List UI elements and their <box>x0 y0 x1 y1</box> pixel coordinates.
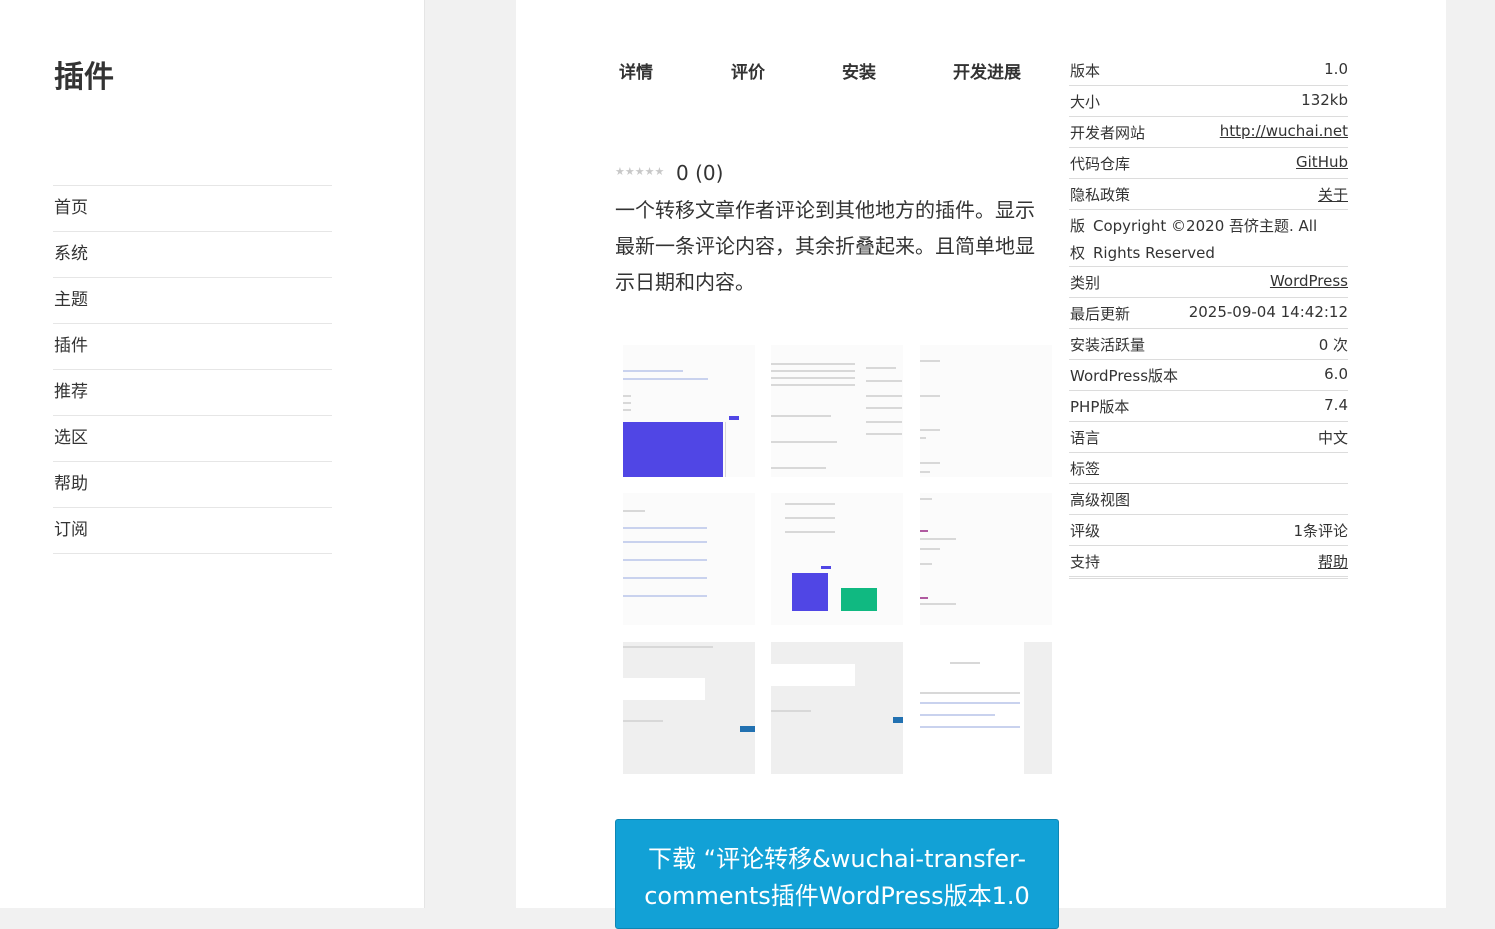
meta-row-tags: 标签 <box>1069 453 1348 484</box>
rating-count: 0 (0) <box>676 161 724 185</box>
meta-key: 支持 <box>1070 553 1101 571</box>
meta-key: 开发者网站 <box>1070 124 1146 142</box>
meta-value: 中文 <box>1317 429 1348 447</box>
meta-row-php-version: PHP版本 7.4 <box>1069 391 1348 422</box>
meta-row-developer-site: 开发者网站 http://wuchai.net <box>1069 117 1348 148</box>
tab-details[interactable]: 详情 <box>619 58 653 83</box>
meta-row-privacy: 隐私政策 关于 <box>1069 179 1348 210</box>
meta-key: PHP版本 <box>1070 398 1130 416</box>
meta-key: 版本 <box>1070 62 1101 80</box>
screenshot-thumbnail[interactable] <box>623 345 755 477</box>
screenshot-thumbnail[interactable] <box>920 345 1052 477</box>
main-nav: 首页 系统 主题 插件 推荐 选区 帮助 订阅 <box>53 185 332 554</box>
meta-row-language: 语言 中文 <box>1069 422 1348 453</box>
meta-value: 6.0 <box>1324 365 1348 383</box>
meta-value: 1.0 <box>1324 60 1348 78</box>
meta-key: 类别 <box>1070 274 1101 292</box>
meta-row-rating: 评级 1条评论 <box>1069 515 1348 546</box>
meta-row-active-installs: 安装活跃量 0 次 <box>1069 329 1348 360</box>
developer-site-link[interactable]: http://wuchai.net <box>1220 122 1348 140</box>
meta-key: 版权 <box>1070 217 1086 262</box>
nav-item-plugins[interactable]: 插件 <box>53 323 332 369</box>
meta-key: WordPress版本 <box>1070 367 1179 385</box>
meta-row-support: 支持 帮助 <box>1069 546 1348 579</box>
meta-value: 7.4 <box>1324 396 1348 414</box>
support-link[interactable]: 帮助 <box>1318 551 1348 572</box>
screenshot-thumbnail[interactable] <box>623 493 755 625</box>
privacy-link[interactable]: 关于 <box>1318 184 1348 205</box>
plugin-tabs: 详情 评价 安装 开发进展 <box>619 58 1039 83</box>
nav-item-help[interactable]: 帮助 <box>53 461 332 507</box>
meta-row-version: 版本 1.0 <box>1069 55 1348 86</box>
meta-key: 代码仓库 <box>1070 155 1131 173</box>
meta-row-last-updated: 最后更新 2025-09-04 14:42:12 <box>1069 298 1348 329</box>
plugin-description: 一个转移文章作者评论到其他地方的插件。显示最新一条评论内容，其余折叠起来。且简单… <box>615 198 1035 294</box>
meta-key: 语言 <box>1070 429 1101 447</box>
meta-key: 标签 <box>1070 460 1101 478</box>
star-rating-icon: ★★★★★ <box>615 165 665 178</box>
meta-key: 隐私政策 <box>1070 186 1131 204</box>
meta-value: Copyright ©2020 吾侪主题. All Rights Reserve… <box>1093 217 1318 262</box>
screenshot-thumbnail[interactable] <box>771 345 903 477</box>
plugin-article: 详情 评价 安装 开发进展 ★★★★★ 0 (0) 一个转移文章作者评论到其他地… <box>516 0 1446 929</box>
nav-item-picks[interactable]: 选区 <box>53 415 332 461</box>
meta-row-advanced-view: 高级视图 <box>1069 484 1348 515</box>
plugin-meta-table: 版本 1.0 大小 132kb 开发者网站 http://wuchai.net … <box>1069 55 1348 579</box>
nav-item-system[interactable]: 系统 <box>53 231 332 277</box>
meta-key: 安装活跃量 <box>1070 336 1146 354</box>
screenshot-thumbnail[interactable] <box>771 493 903 625</box>
screenshot-thumbnail[interactable] <box>771 642 903 774</box>
tab-installation[interactable]: 安装 <box>842 58 876 83</box>
tab-reviews[interactable]: 评价 <box>731 58 765 83</box>
download-button[interactable]: 下载 “评论转移&wuchai-transfer-comments插件WordP… <box>615 819 1059 929</box>
nav-item-recommended[interactable]: 推荐 <box>53 369 332 415</box>
nav-item-home[interactable]: 首页 <box>53 185 332 231</box>
meta-key: 最后更新 <box>1070 305 1131 323</box>
screenshot-thumbnail[interactable] <box>920 493 1052 625</box>
meta-row-category: 类别 WordPress <box>1069 267 1348 298</box>
repository-link[interactable]: GitHub <box>1296 153 1348 171</box>
sidebar: 插件 首页 系统 主题 插件 推荐 选区 帮助 订阅 <box>0 0 425 908</box>
nav-item-themes[interactable]: 主题 <box>53 277 332 323</box>
meta-row-repository: 代码仓库 GitHub <box>1069 148 1348 179</box>
meta-key: 大小 <box>1070 93 1101 111</box>
meta-value: 2025-09-04 14:42:12 <box>1188 303 1348 321</box>
meta-value: 1条评论 <box>1293 522 1348 540</box>
meta-row-copyright: 版权 Copyright ©2020 吾侪主题. All Rights Rese… <box>1069 210 1348 267</box>
screenshot-thumbnail[interactable] <box>623 642 755 774</box>
meta-value: 132kb <box>1301 91 1348 109</box>
meta-row-size: 大小 132kb <box>1069 86 1348 117</box>
nav-item-subscribe[interactable]: 订阅 <box>53 507 332 554</box>
meta-value: 0 次 <box>1318 336 1348 354</box>
meta-row-wp-version: WordPress版本 6.0 <box>1069 360 1348 391</box>
advanced-view-link[interactable]: 高级视图 <box>1070 489 1130 510</box>
meta-key: 评级 <box>1070 522 1101 540</box>
category-link[interactable]: WordPress <box>1270 272 1348 290</box>
site-title: 插件 <box>54 60 114 95</box>
tab-development[interactable]: 开发进展 <box>953 58 1021 83</box>
screenshot-thumbnail[interactable] <box>920 642 1052 774</box>
